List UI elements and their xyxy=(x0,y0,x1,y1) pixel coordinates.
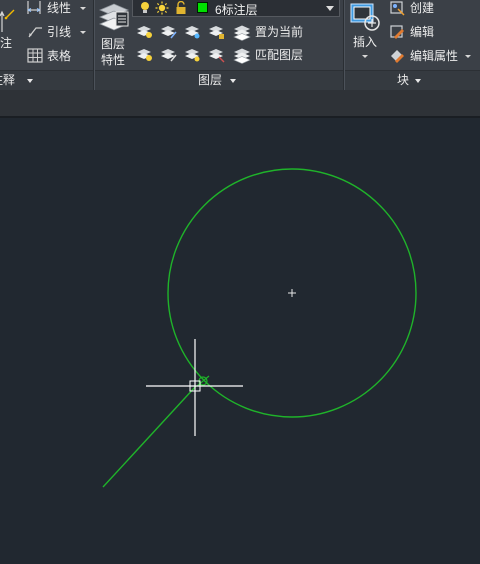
annotation-panel-title[interactable]: 注释 xyxy=(0,70,93,91)
layer-thaw-tool-icon[interactable] xyxy=(184,47,202,63)
layer-on-tool-icon[interactable] xyxy=(136,47,154,63)
block-panel-expand-icon[interactable] xyxy=(415,79,421,83)
create-label[interactable]: 创建 xyxy=(410,1,434,15)
layer-off-tool-icon[interactable] xyxy=(136,24,154,40)
file-tab-bar xyxy=(0,90,480,117)
layer-color-swatch xyxy=(197,2,208,13)
circle-center-marker xyxy=(288,289,296,297)
current-layer-name: 6标注层 xyxy=(215,3,258,17)
edit-attributes-label[interactable]: 编辑属性 xyxy=(410,49,458,63)
drawn-line[interactable] xyxy=(102,385,197,488)
layers-panel-expand-icon[interactable] xyxy=(230,79,236,83)
table-icon[interactable] xyxy=(27,48,43,63)
layer-freeze-tool-icon[interactable] xyxy=(184,24,202,40)
dimension-icon[interactable] xyxy=(0,8,18,34)
edit-attributes-icon[interactable] xyxy=(389,48,405,64)
leader-dropdown-arrow[interactable] xyxy=(80,31,86,34)
linear-label[interactable]: 线性 xyxy=(47,1,71,15)
edit-attributes-dropdown-arrow[interactable] xyxy=(465,55,471,58)
layer-on-off-icon[interactable] xyxy=(139,1,151,15)
create-block-icon[interactable] xyxy=(389,0,405,16)
match-layer-icon[interactable] xyxy=(232,46,252,64)
insert-block-icon[interactable] xyxy=(348,0,382,34)
ribbon: 标注 线性 引线 表格 注释 图层 特性 xyxy=(0,0,480,91)
annotation-panel-expand-icon[interactable] xyxy=(27,79,33,83)
layer-properties-label-line1[interactable]: 图层 xyxy=(101,37,125,51)
set-current-icon[interactable] xyxy=(232,23,252,41)
layers-panel-title[interactable]: 图层 xyxy=(95,70,343,91)
layer-lock-tool-icon[interactable] xyxy=(208,24,226,40)
insert-dropdown-arrow[interactable] xyxy=(362,55,368,58)
linear-dimension-icon[interactable] xyxy=(26,0,42,16)
layer-dropdown[interactable]: 6标注层 xyxy=(132,0,340,17)
linear-dropdown-arrow[interactable] xyxy=(80,7,86,10)
layer-unlock-tool-icon[interactable] xyxy=(208,47,226,63)
layer-properties-label-line2[interactable]: 特性 xyxy=(101,53,125,67)
leader-icon[interactable] xyxy=(26,24,44,40)
drawing-canvas[interactable] xyxy=(0,118,480,564)
dimension-label[interactable]: 标注 xyxy=(0,36,12,50)
match-layer-label[interactable]: 匹配图层 xyxy=(255,48,303,62)
set-current-label[interactable]: 置为当前 xyxy=(255,25,303,39)
layer-freeze-icon[interactable] xyxy=(155,1,169,15)
leader-label[interactable]: 引线 xyxy=(47,25,71,39)
edit-label[interactable]: 编辑 xyxy=(410,25,434,39)
crosshair-cursor xyxy=(146,339,243,436)
insert-label[interactable]: 插入 xyxy=(353,35,377,49)
layer-dropdown-arrow-icon[interactable] xyxy=(326,6,334,11)
edit-block-icon[interactable] xyxy=(389,24,405,40)
layer-lock-icon[interactable] xyxy=(175,1,187,15)
table-label[interactable]: 表格 xyxy=(47,49,71,63)
layer-isolate-tool-icon[interactable] xyxy=(160,24,178,40)
layer-unisolate-tool-icon[interactable] xyxy=(160,47,178,63)
layer-properties-icon[interactable] xyxy=(98,0,130,34)
block-panel-title[interactable]: 块 xyxy=(345,70,480,91)
